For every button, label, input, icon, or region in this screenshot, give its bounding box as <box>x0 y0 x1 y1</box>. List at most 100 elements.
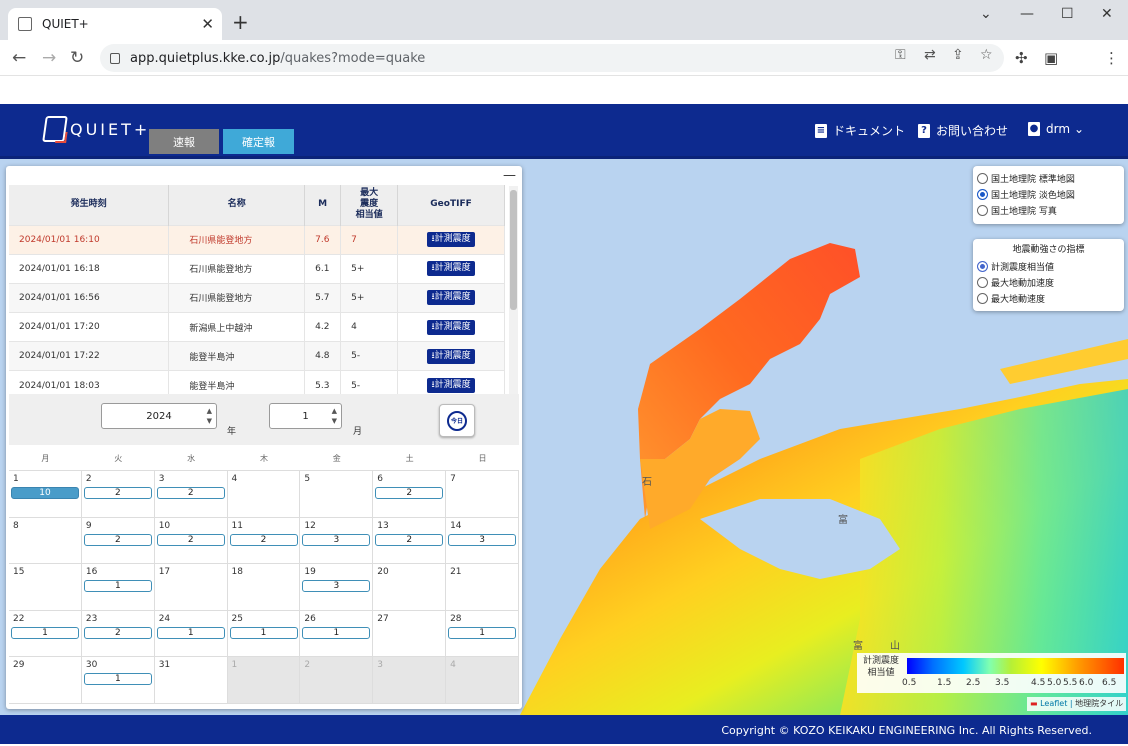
geotiff-download-button[interactable]: ⭳計測震度 <box>427 378 475 394</box>
quake-row[interactable]: 2024/01/01 16:10 石川県能登地方 7.6 7 ⭳計測震度 <box>9 224 505 255</box>
calendar-day[interactable]: 1 10 <box>9 471 82 518</box>
calendar-day[interactable]: 24 1 <box>154 610 228 657</box>
calendar-day[interactable]: 22 1 <box>9 610 82 657</box>
col-time[interactable]: 発生時刻 <box>9 185 170 225</box>
document-link[interactable]: ≡ ドキュメント <box>815 122 905 139</box>
calendar-day[interactable]: 15 <box>9 564 82 611</box>
share-icon[interactable]: ⇪ <box>952 47 964 63</box>
calendar-day[interactable]: 1 <box>227 657 301 704</box>
calendar-day[interactable]: 21 <box>446 564 519 611</box>
calendar-day[interactable]: 7 <box>446 471 519 518</box>
back-arrow-icon[interactable]: ← <box>12 48 26 68</box>
tab-sokuho[interactable]: 速報 <box>149 129 219 154</box>
calendar-day[interactable]: 18 <box>227 564 301 611</box>
radio-button-icon[interactable] <box>977 292 988 304</box>
quake-count-badge[interactable]: 2 <box>375 533 444 546</box>
calendar-day[interactable]: 23 2 <box>81 610 155 657</box>
close-window-icon[interactable]: ✕ <box>1101 6 1113 22</box>
col-max-intensity[interactable]: 最大 震度 相当値 <box>340 185 399 225</box>
calendar-day[interactable]: 20 <box>373 564 447 611</box>
calendar-day[interactable]: 32 <box>154 471 228 518</box>
index-option-intensity[interactable]: 計測震度相当値 <box>977 258 1120 274</box>
quake-count-badge[interactable]: 3 <box>448 533 517 546</box>
quake-count-badge[interactable]: 2 <box>83 533 152 546</box>
geotiff-download-button[interactable]: ⭳計測震度 <box>427 290 475 306</box>
month-spinner[interactable]: 1 ▲ ▼ <box>269 403 342 429</box>
quake-count-badge[interactable]: 1 <box>229 626 298 639</box>
reload-icon[interactable]: ↻ <box>70 48 84 68</box>
quake-count-badge[interactable]: 3 <box>302 533 371 546</box>
calendar-day[interactable]: 25 1 <box>227 610 301 657</box>
col-name[interactable]: 名称 <box>168 185 306 225</box>
radio-button-selected-icon[interactable] <box>977 188 988 200</box>
calendar-day[interactable]: 27 <box>373 610 447 657</box>
quake-count-badge[interactable]: 1 <box>83 673 152 685</box>
calendar-day[interactable]: 19 3 <box>300 564 374 611</box>
calendar-day[interactable]: 11 2 <box>227 517 301 564</box>
calendar-day[interactable]: 14 3 <box>446 517 519 564</box>
quake-count-badge[interactable]: 2 <box>156 533 225 546</box>
tab-kakuteiho[interactable]: 確定報 <box>223 129 294 154</box>
bookmark-star-icon[interactable]: ☆ <box>980 47 993 63</box>
calendar-day[interactable]: 28 1 <box>446 610 519 657</box>
calendar-day[interactable]: 8 <box>9 517 82 564</box>
quake-count-badge[interactable]: 10 <box>11 487 79 499</box>
calendar-day[interactable]: 26 1 <box>300 610 374 657</box>
contact-link[interactable]: ? お問い合わせ <box>918 122 1008 139</box>
gsi-tile-link[interactable]: 地理院タイル <box>1075 699 1123 708</box>
basemap-option-photo[interactable]: 国土地理院 写真 <box>977 202 1120 218</box>
calendar-day[interactable]: 3 <box>373 657 447 704</box>
quake-row[interactable]: 2024/01/01 17:20 新潟県上中越沖 4.2 4 ⭳計測震度 <box>9 312 505 342</box>
calendar-day[interactable]: 5 <box>300 471 374 518</box>
quake-count-badge[interactable]: 2 <box>83 626 152 639</box>
quake-count-badge[interactable]: 1 <box>156 626 225 639</box>
tab-search-chevron-icon[interactable]: ⌄ <box>980 6 992 22</box>
quake-count-badge[interactable]: 1 <box>11 626 79 639</box>
geotiff-download-button[interactable]: ⭳計測震度 <box>427 232 475 248</box>
quake-count-badge[interactable]: 1 <box>83 580 152 592</box>
index-option-pga[interactable]: 最大地動加速度 <box>977 274 1120 290</box>
radio-button-icon[interactable] <box>977 204 988 216</box>
quake-row[interactable]: 2024/01/01 16:18 石川県能登地方 6.1 5+ ⭳計測震度 <box>9 253 505 284</box>
geotiff-download-button[interactable]: ⭳計測震度 <box>427 319 475 335</box>
calendar-day[interactable]: 31 <box>154 657 228 704</box>
key-icon[interactable]: ⚿ <box>895 47 906 63</box>
side-panel-icon[interactable]: ▣ <box>1044 49 1058 67</box>
quake-count-badge[interactable]: 2 <box>83 487 152 499</box>
quake-count-badge[interactable]: 3 <box>302 580 371 592</box>
calendar-day[interactable]: 92 <box>81 517 155 564</box>
index-option-pgv[interactable]: 最大地動速度 <box>977 290 1120 306</box>
quake-count-badge[interactable]: 2 <box>375 487 444 499</box>
new-tab-button[interactable]: + <box>232 10 249 34</box>
browser-menu-icon[interactable]: ⋮ <box>1104 49 1119 67</box>
quake-row[interactable]: 2024/01/01 17:22 能登半島沖 4.8 5- ⭳計測震度 <box>9 341 505 371</box>
quake-count-badge[interactable]: 1 <box>302 626 371 639</box>
geotiff-download-button[interactable]: ⭳計測震度 <box>427 348 475 364</box>
calendar-day[interactable]: 17 <box>154 564 228 611</box>
calendar-day[interactable]: 62 <box>373 471 447 518</box>
quake-count-badge[interactable]: 2 <box>156 487 225 499</box>
spinner-arrows-icon[interactable]: ▲ ▼ <box>207 406 212 426</box>
leaflet-link[interactable]: Leaflet <box>1040 699 1067 708</box>
quietplus-logo[interactable]: QUIET+ <box>42 116 150 142</box>
calendar-day[interactable]: 30 1 <box>81 657 155 704</box>
address-bar[interactable]: app.quietplus.kke.co.jp/quakes?mode=quak… <box>100 44 1004 72</box>
calendar-day[interactable]: 29 <box>9 657 82 704</box>
translate-icon[interactable]: ⇄ <box>924 47 936 63</box>
radio-button-icon[interactable] <box>977 276 988 288</box>
tab-close-icon[interactable]: ✕ <box>201 15 214 33</box>
minimize-window-icon[interactable]: — <box>1020 6 1034 22</box>
today-button[interactable]: 今日 <box>439 404 475 437</box>
calendar-day[interactable]: 2 <box>300 657 374 704</box>
quake-table-scrollbar[interactable] <box>509 186 518 395</box>
calendar-day[interactable]: 10 2 <box>154 517 228 564</box>
geotiff-download-button[interactable]: ⭳計測震度 <box>427 261 475 277</box>
basemap-option-pale[interactable]: 国土地理院 淡色地図 <box>977 186 1120 202</box>
radio-button-icon[interactable] <box>977 172 988 184</box>
calendar-day[interactable]: 12 3 <box>300 517 374 564</box>
calendar-day[interactable]: 22 <box>81 471 155 518</box>
browser-tab[interactable]: QUIET+ ✕ <box>8 8 222 40</box>
extensions-icon[interactable]: ✣ <box>1015 49 1028 67</box>
quake-row[interactable]: 2024/01/01 16:56 石川県能登地方 5.7 5+ ⭳計測震度 <box>9 282 505 313</box>
minimize-panel-icon[interactable]: — <box>503 168 516 183</box>
